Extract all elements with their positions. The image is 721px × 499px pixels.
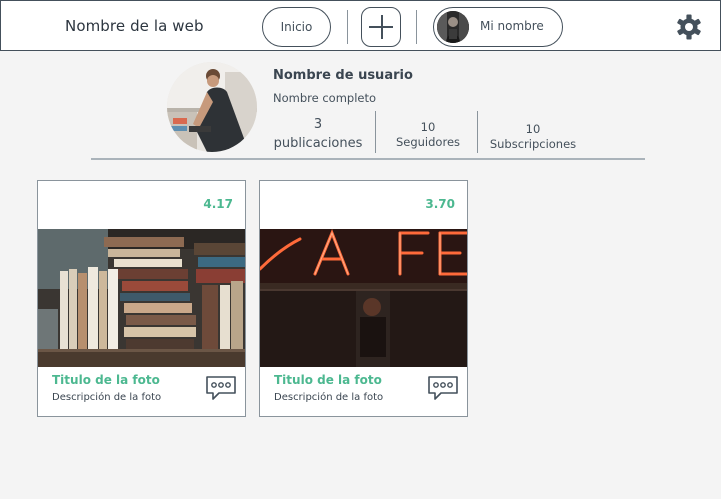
- post-title[interactable]: Titulo de la foto: [274, 373, 382, 387]
- post-title[interactable]: Titulo de la foto: [52, 373, 160, 387]
- post-card[interactable]: 3.70 Titulo de la foto Descripción de la…: [259, 180, 468, 417]
- comment-icon[interactable]: [427, 375, 459, 401]
- post-rating: 3.70: [425, 197, 455, 211]
- stat-value: 10: [525, 122, 541, 136]
- nav-divider: [347, 10, 348, 44]
- stat-divider: [375, 111, 376, 153]
- post-rating: 4.17: [203, 197, 233, 211]
- nav-divider: [416, 10, 417, 44]
- user-profile-button[interactable]: Mi nombre: [433, 7, 563, 47]
- post-photo-bookshelf[interactable]: [38, 229, 245, 367]
- stat-label: Subscripciones: [489, 137, 577, 151]
- settings-gear-icon[interactable]: [676, 14, 702, 40]
- site-title[interactable]: Nombre de la web: [65, 17, 204, 35]
- avatar: [437, 11, 469, 43]
- stat-subscripciones[interactable]: 10 Subscripciones: [487, 122, 579, 152]
- profile-username: Nombre de usuario: [273, 68, 413, 83]
- post-card[interactable]: 4.17 Titulo de la foto Descripción de la…: [37, 180, 246, 417]
- user-name-label: Mi nombre: [480, 19, 544, 33]
- add-post-button[interactable]: [361, 7, 401, 47]
- post-photo-neon-cafe[interactable]: [260, 229, 467, 367]
- stat-divider: [477, 111, 478, 153]
- stat-label: Seguidores: [395, 135, 461, 149]
- profile-full-name: Nombre completo: [273, 91, 377, 105]
- profile-avatar: [167, 62, 257, 152]
- top-navbar: Nombre de la web Inicio Mi nombre: [0, 0, 721, 51]
- home-button-label: Inicio: [280, 20, 313, 34]
- comment-icon[interactable]: [205, 375, 237, 401]
- post-description: Descripción de la foto: [274, 392, 384, 403]
- home-button[interactable]: Inicio: [262, 7, 331, 47]
- stat-seguidores[interactable]: 10 Seguidores: [392, 120, 464, 150]
- stat-label: publicaciones: [273, 136, 363, 151]
- post-description: Descripción de la foto: [52, 392, 162, 403]
- stat-value: 3: [313, 117, 323, 132]
- profile-divider: [91, 158, 645, 160]
- stat-publicaciones[interactable]: 3 publicaciones: [272, 115, 364, 153]
- stat-value: 10: [420, 120, 436, 134]
